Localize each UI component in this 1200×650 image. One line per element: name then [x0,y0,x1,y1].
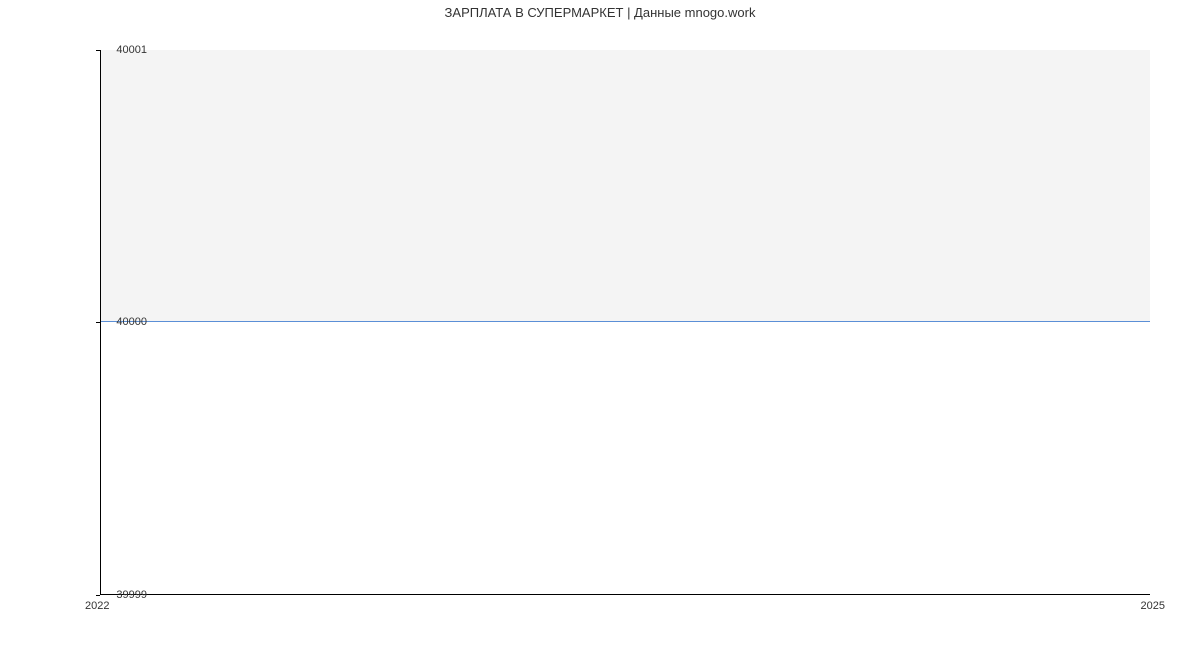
x-tick-label: 2025 [1141,600,1165,612]
y-tick-mark [96,595,100,596]
x-tick-label: 2022 [85,600,109,612]
plot-fill-upper [101,50,1150,322]
y-tick-label: 40000 [116,316,147,328]
plot-fill-lower [101,322,1150,594]
chart-container: ЗАРПЛАТА В СУПЕРМАРКЕТ | Данные mnogo.wo… [0,0,1200,650]
chart-title: ЗАРПЛАТА В СУПЕРМАРКЕТ | Данные mnogo.wo… [0,5,1200,20]
y-tick-label: 40001 [116,44,147,56]
y-tick-label: 39999 [116,589,147,601]
data-line [101,321,1150,322]
y-tick-mark [96,50,100,51]
plot-area [100,50,1150,595]
y-tick-mark [96,322,100,323]
